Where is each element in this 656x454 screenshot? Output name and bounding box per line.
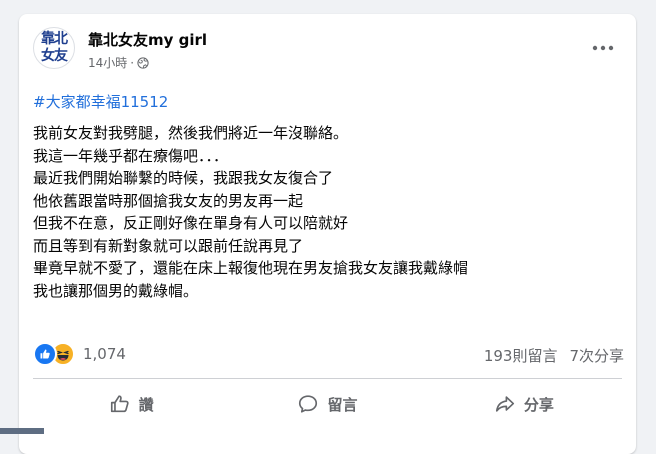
meta-separator: · (130, 55, 135, 70)
like-button[interactable]: 讚 (33, 382, 229, 426)
thumbs-up-icon (110, 395, 129, 413)
avatar-text-line1: 靠北 (41, 31, 68, 47)
post-time[interactable]: 14小時 (88, 54, 127, 71)
post-actions: 讚 留言 分享 (33, 382, 622, 426)
comment-button[interactable]: 留言 (229, 382, 425, 426)
reaction-summary[interactable]: 1,074 (33, 342, 126, 366)
like-reaction-icon (33, 342, 57, 366)
comment-bubble-icon (299, 395, 318, 413)
more-options-icon (592, 45, 614, 51)
share-arrow-icon (495, 396, 514, 412)
share-count-link[interactable]: 7次分享 (569, 345, 624, 366)
reaction-count: 1,074 (83, 345, 126, 363)
post-line: 我前女友對我劈腿，然後我們將近一年沒聯絡。 (33, 124, 349, 142)
comment-count-link[interactable]: 193則留言 (484, 345, 558, 366)
like-label: 讚 (138, 395, 154, 414)
globe-icon (137, 56, 149, 69)
post-line: 我這一年幾乎都在療傷吧．．． (33, 146, 229, 165)
share-button[interactable]: 分享 (426, 382, 622, 426)
page-name[interactable]: 靠北女友my girl (88, 29, 207, 50)
post-line: 我也讓那個男的戴綠帽。 (33, 281, 199, 300)
corner-indicator (0, 428, 44, 434)
engagement-stats: 193則留言 7次分享 (484, 345, 624, 366)
post-meta: 14小時 · (88, 54, 149, 71)
post-line: 但我不在意，反正剛好像在單身有人可以陪就好 (33, 214, 349, 232)
post-body: 我前女友對我劈腿，然後我們將近一年沒聯絡。 我這一年幾乎都在療傷吧．．． 最近我… (33, 122, 613, 302)
post-line: 他依舊跟當時那個搶我女友的男友再一起 (33, 191, 304, 210)
avatar-text-line2: 女友 (41, 48, 68, 64)
post-line: 而且等到有新對象就可以跟前任說再見了 (33, 236, 304, 255)
comment-label: 留言 (327, 395, 358, 414)
post-line: 最近我們開始聯繫的時候，我跟我女友復合了 (33, 169, 334, 187)
actions-divider (33, 378, 622, 379)
more-options-button[interactable] (588, 36, 618, 60)
page-avatar[interactable]: 靠北 女友 (33, 27, 75, 69)
post-card: 靠北 女友 靠北女友my girl 14小時 · #大家都幸福11512 我前女… (19, 14, 636, 454)
share-label: 分享 (523, 395, 554, 414)
post-line: 畢竟早就不愛了，還能在床上報復他現在男友搶我女友讓我戴綠帽 (33, 259, 469, 277)
hashtag-link[interactable]: #大家都幸福11512 (33, 91, 168, 112)
